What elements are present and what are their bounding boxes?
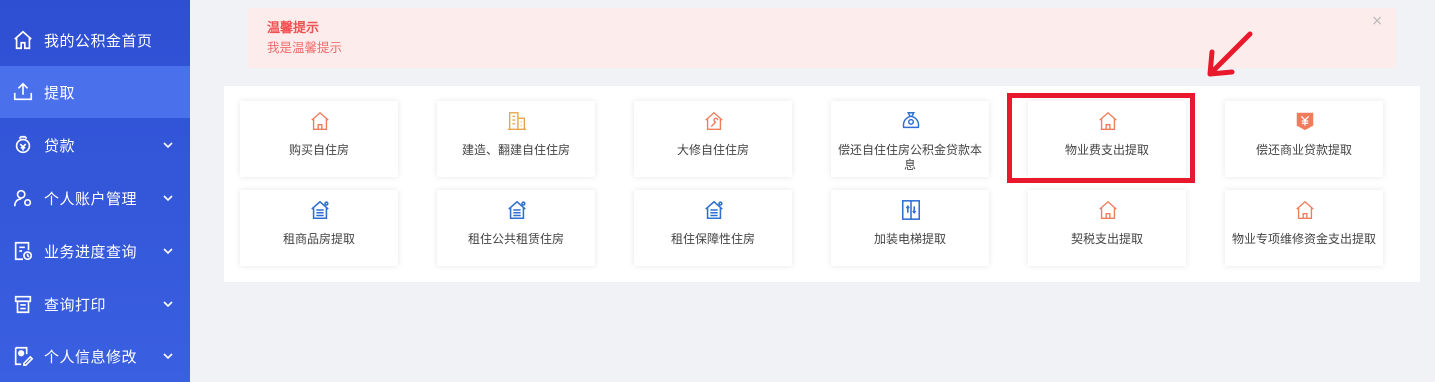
sidebar-item-label: 个人账户管理: [44, 189, 138, 208]
option-rent-commercial-house[interactable]: 租商品房提取: [240, 190, 398, 266]
option-deed-tax[interactable]: 契税支出提取: [1028, 190, 1186, 266]
arrow-annotation-icon: [1207, 31, 1253, 77]
alert-text: 我是温馨提示: [267, 40, 343, 55]
option-label: 租商品房提取: [282, 232, 355, 246]
sidebar-item-print[interactable]: 查询打印: [0, 278, 190, 330]
close-icon[interactable]: ×: [1371, 13, 1383, 29]
option-label: 偿还自住住房公积金贷款本息: [837, 143, 982, 172]
user-settings-icon: [13, 189, 32, 207]
sidebar-item-withdraw[interactable]: 提取: [0, 66, 190, 118]
building-icon: [507, 112, 527, 130]
sidebar: 我的公积金首页 提取 贷款 个人账户管理 业务进度查询 查询打印 个人信息修改: [0, 0, 190, 382]
option-rent-affordable-housing[interactable]: 租住保障性住房: [634, 190, 792, 266]
print-icon: [14, 295, 32, 314]
house-icon: [1296, 200, 1314, 219]
loan-icon: [15, 135, 31, 154]
sidebar-item-label: 查询打印: [44, 295, 107, 314]
option-label: 加装电梯提取: [873, 232, 946, 246]
rental-house-icon: [705, 200, 723, 220]
yuan-badge-icon: [1296, 112, 1314, 131]
sidebar-item-label: 提取: [44, 83, 76, 102]
option-repay-commercial-loan[interactable]: 偿还商业贷款提取: [1225, 101, 1383, 177]
chevron-down-icon: [163, 301, 173, 308]
option-label: 租住保障性住房: [670, 232, 755, 246]
alert-title: 温馨提示: [267, 21, 320, 36]
rental-house-icon: [311, 200, 329, 220]
progress-icon: [14, 241, 33, 261]
option-label: 大修自住住房: [676, 143, 749, 157]
sidebar-item-label: 个人信息修改: [44, 347, 138, 366]
sidebar-item-profile[interactable]: 个人信息修改: [0, 330, 190, 382]
sidebar-item-progress[interactable]: 业务进度查询: [0, 225, 190, 277]
house-icon: [311, 111, 329, 130]
option-label: 购买自住房: [288, 143, 349, 157]
option-label: 偿还商业贷款提取: [1255, 143, 1352, 157]
sidebar-item-label: 贷款: [44, 136, 76, 155]
option-property-fee[interactable]: 物业费支出提取: [1028, 101, 1186, 177]
chevron-down-icon: [163, 195, 173, 202]
option-repair-house[interactable]: 大修自住住房: [634, 101, 792, 177]
chevron-down-icon: [163, 353, 173, 360]
option-buy-house[interactable]: 购买自住房: [240, 101, 398, 177]
option-repay-fund-loan[interactable]: 偿还自住住房公积金贷款本息: [831, 101, 989, 177]
elevator-icon: [901, 200, 921, 220]
option-label: 租住公共租赁住房: [467, 232, 564, 246]
option-label: 契税支出提取: [1070, 232, 1143, 246]
edit-profile-icon: [14, 346, 34, 366]
chevron-down-icon: [163, 142, 173, 149]
sidebar-item-home[interactable]: 我的公积金首页: [0, 14, 190, 66]
option-install-elevator[interactable]: 加装电梯提取: [831, 190, 989, 266]
option-label: 物业费支出提取: [1064, 143, 1149, 157]
option-label: 物业专项维修资金支出提取: [1231, 232, 1376, 246]
house-icon: [1099, 111, 1117, 130]
sidebar-item-account[interactable]: 个人账户管理: [0, 172, 190, 224]
rental-house-icon: [508, 200, 526, 220]
money-bag-icon: [902, 112, 920, 129]
option-rent-public-housing[interactable]: 租住公共租赁住房: [437, 190, 595, 266]
sidebar-item-label: 业务进度查询: [44, 242, 138, 261]
home-icon: [14, 30, 32, 50]
sidebar-item-label: 我的公积金首页: [44, 31, 153, 50]
option-label: 建造、翻建自住住房: [461, 143, 570, 157]
option-maintenance-fund[interactable]: 物业专项维修资金支出提取: [1225, 190, 1383, 266]
sidebar-item-loan[interactable]: 贷款: [0, 119, 190, 171]
chevron-down-icon: [163, 248, 173, 255]
house-repair-icon: [705, 111, 723, 130]
option-build-house[interactable]: 建造、翻建自住住房: [437, 101, 595, 177]
house-icon: [1099, 200, 1117, 219]
upload-icon: [13, 82, 33, 101]
